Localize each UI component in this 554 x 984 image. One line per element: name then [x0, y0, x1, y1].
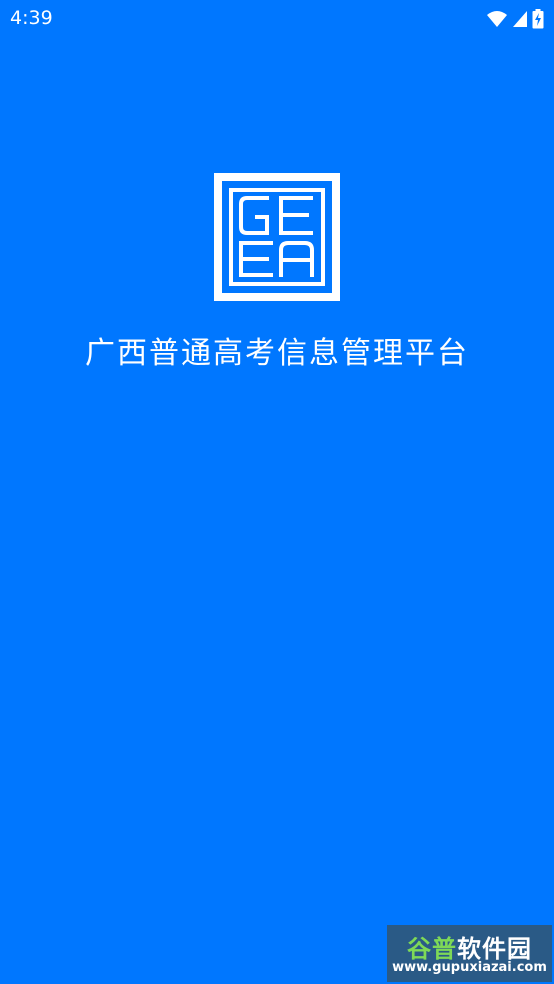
watermark-brand: 谷普软件园 [387, 929, 552, 964]
app-title: 广西普通高考信息管理平台 [85, 336, 469, 371]
wifi-icon [487, 11, 507, 27]
watermark-badge: 谷普软件园 www.gupuxiazai.com [387, 925, 552, 982]
cell-signal-icon [513, 11, 527, 27]
battery-charging-icon [532, 9, 544, 29]
status-icons [486, 8, 544, 30]
watermark-brand-part2: 软件园 [457, 935, 532, 963]
watermark-brand-part1: 谷普 [407, 935, 457, 963]
status-time: 4:39 [10, 7, 53, 29]
watermark-url: www.gupuxiazai.com [392, 960, 547, 975]
geea-logo [214, 173, 340, 301]
status-bar: 4:39 [0, 0, 554, 38]
